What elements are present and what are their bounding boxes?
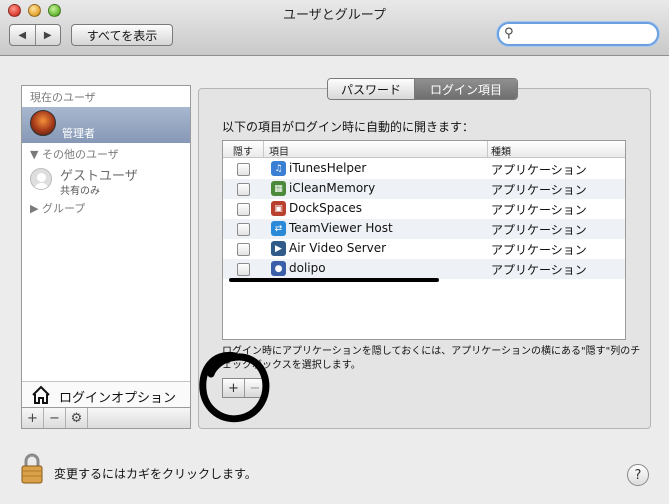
login-item-kind: アプリケーション <box>491 163 587 177</box>
guest-user-subtitle: 共有のみ <box>60 186 100 197</box>
table-row[interactable]: ♫ iTunesHelper アプリケーション <box>223 159 625 179</box>
lock-instruction-text: 変更するにはカギをクリックします。 <box>54 467 257 481</box>
hide-checkbox[interactable] <box>237 203 250 216</box>
column-item[interactable]: 項目 <box>269 143 289 158</box>
table-row[interactable]: ● dolipo アプリケーション <box>223 259 625 279</box>
user-list-sidebar: 現在のユーザ 管理者 ▼ その他のユーザ ゲストユーザ 共有のみ ▶ グループ … <box>21 85 191 408</box>
tab-login-items[interactable]: ログイン項目 <box>415 79 517 99</box>
users-groups-window: ユーザとグループ ◀ ▶ すべてを表示 ⚲ 現在のユーザ 管理者 ▼ その他のユ… <box>0 0 669 504</box>
table-header: 隠す 項目 種類 <box>223 141 625 158</box>
table-row[interactable]: ▦ iCleanMemory アプリケーション <box>223 179 625 199</box>
sidebar-button-bar: + − ⚙ <box>21 408 191 429</box>
tab-bar: パスワード ログイン項目 <box>327 78 518 100</box>
other-users-disclosure[interactable]: ▼ その他のユーザ <box>30 146 119 162</box>
table-row[interactable]: ▶ Air Video Server アプリケーション <box>223 239 625 259</box>
login-item-kind: アプリケーション <box>491 203 587 217</box>
air-video-icon: ▶ <box>271 241 286 256</box>
show-all-button[interactable]: すべてを表示 <box>71 24 173 46</box>
back-button[interactable]: ◀ <box>10 25 35 45</box>
add-login-item-button[interactable]: + <box>223 379 244 397</box>
clean-memory-icon: ▦ <box>271 181 286 196</box>
avatar <box>30 110 56 136</box>
search-input[interactable] <box>519 26 649 42</box>
remove-login-item-button[interactable]: − <box>244 379 265 397</box>
house-icon <box>32 385 50 404</box>
hide-checkbox[interactable] <box>237 223 250 236</box>
login-item-name: TeamViewer Host <box>289 221 393 235</box>
table-row[interactable]: ⇄ TeamViewer Host アプリケーション <box>223 219 625 239</box>
table-row[interactable]: ▣ DockSpaces アプリケーション <box>223 199 625 219</box>
login-item-name: iCleanMemory <box>289 181 376 195</box>
search-field[interactable]: ⚲ <box>497 22 659 46</box>
forward-button[interactable]: ▶ <box>34 25 61 45</box>
itunes-icon: ♫ <box>271 161 286 176</box>
titlebar: ユーザとグループ ◀ ▶ すべてを表示 ⚲ <box>0 0 669 56</box>
login-item-button-bar: + − <box>222 378 266 398</box>
gear-icon[interactable]: ⚙ <box>66 408 88 428</box>
add-user-button[interactable]: + <box>22 408 44 428</box>
search-icon: ⚲ <box>504 26 514 41</box>
dockspaces-icon: ▣ <box>271 201 286 216</box>
back-forward-group: ◀ ▶ <box>9 24 61 46</box>
hide-checkbox[interactable] <box>237 263 250 276</box>
current-user-role: 管理者 <box>62 127 95 140</box>
hide-checkbox[interactable] <box>237 243 250 256</box>
login-options-item[interactable]: ログインオプション <box>22 381 190 407</box>
hide-checkbox[interactable] <box>237 183 250 196</box>
groups-disclosure[interactable]: ▶ グループ <box>30 200 85 216</box>
tab-password[interactable]: パスワード <box>328 79 416 99</box>
login-items-intro: 以下の項目がログイン時に自動的に開きます： <box>222 120 475 134</box>
login-item-kind: アプリケーション <box>491 223 587 237</box>
login-item-kind: アプリケーション <box>491 263 587 277</box>
current-user-item[interactable]: 管理者 <box>22 107 190 143</box>
remove-user-button[interactable]: − <box>44 408 66 428</box>
column-kind[interactable]: 種類 <box>491 143 511 158</box>
login-item-name: iTunesHelper <box>289 161 367 175</box>
teamviewer-icon: ⇄ <box>271 221 286 236</box>
redaction-mark <box>229 278 439 282</box>
login-item-name: Air Video Server <box>289 241 387 255</box>
hide-checkbox[interactable] <box>237 163 250 176</box>
login-options-label: ログインオプション <box>59 391 177 406</box>
login-item-name: dolipo <box>289 261 326 275</box>
help-button[interactable]: ? <box>627 464 649 486</box>
guest-avatar-icon <box>30 168 52 190</box>
column-hide[interactable]: 隠す <box>233 143 253 158</box>
login-items-table: 隠す 項目 種類 ♫ iTunesHelper アプリケーション ▦ iCleanMem… <box>222 140 626 340</box>
current-users-heading: 現在のユーザ <box>30 91 96 104</box>
hide-hint-text: ログイン時にアプリケーションを隠しておくには、アプリケーションの横にある"隠す"… <box>222 346 641 371</box>
dolipo-icon: ● <box>271 261 286 276</box>
login-item-kind: アプリケーション <box>491 183 587 197</box>
login-item-name: DockSpaces <box>289 201 362 215</box>
lock-icon[interactable] <box>20 452 44 484</box>
window-title: ユーザとグループ <box>283 8 386 23</box>
login-item-kind: アプリケーション <box>491 243 587 257</box>
